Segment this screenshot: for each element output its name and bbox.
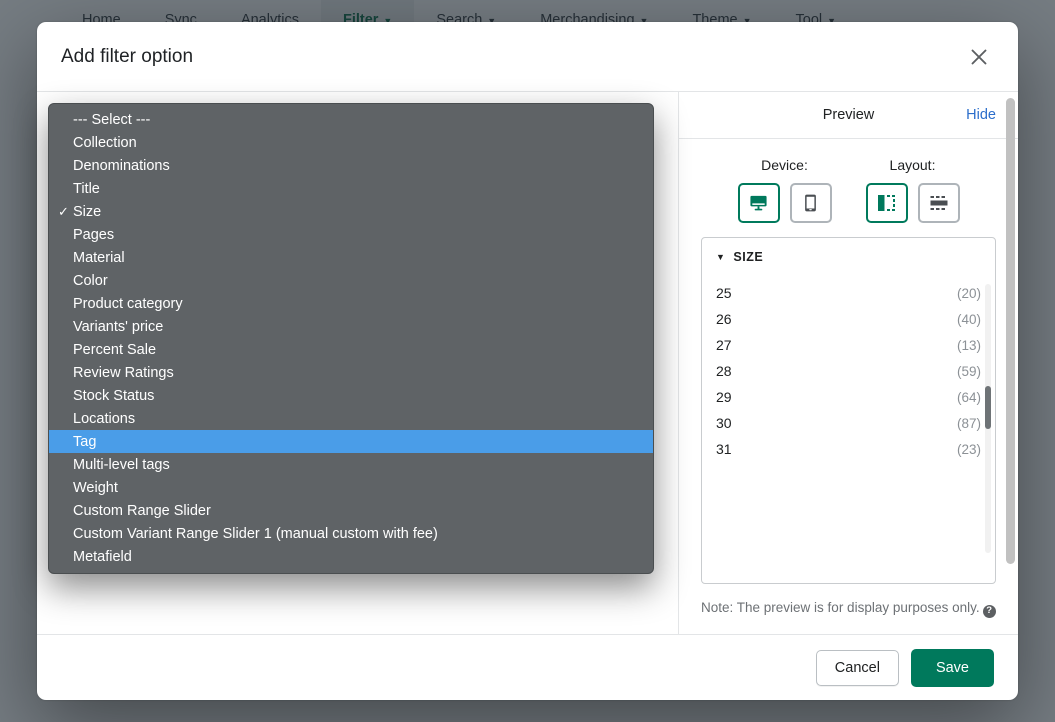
preview-content: Device: Layout: ▼ SIZE 25 (20) 26 (40) 2… (679, 139, 1018, 634)
cancel-button[interactable]: Cancel (815, 649, 899, 686)
dropdown-option-review-ratings[interactable]: Review Ratings (49, 361, 653, 384)
list-item[interactable]: 26 (40) (716, 306, 981, 332)
facet-value: 26 (716, 311, 732, 327)
device-label: Device: (761, 157, 808, 173)
facet-header[interactable]: ▼ SIZE (702, 238, 995, 272)
preview-toggles: Device: Layout: (701, 157, 996, 223)
modal-header: Add filter option (37, 22, 1018, 92)
filter-type-dropdown-list[interactable]: --- Select --- Collection Denominations … (48, 103, 654, 574)
mobile-icon[interactable] (789, 183, 832, 223)
facet-value: 30 (716, 415, 732, 431)
preview-note: Note: The preview is for display purpose… (701, 598, 996, 634)
facet-value: 29 (716, 389, 732, 405)
list-item[interactable]: 31 (23) (716, 436, 981, 462)
sidebar-layout-icon[interactable] (865, 183, 908, 223)
facet-count: (64) (956, 390, 981, 405)
modal-body-scrollbar-thumb[interactable] (1006, 98, 1015, 565)
dropdown-option-size[interactable]: Size (49, 200, 653, 223)
dropdown-option-stock-status[interactable]: Stock Status (49, 384, 653, 407)
facet-count: (40) (956, 312, 981, 327)
help-icon[interactable]: ? (982, 604, 996, 618)
facet-list-scrollbar[interactable] (985, 284, 991, 554)
dropdown-option-custom-variant-range-slider-1[interactable]: Custom Variant Range Slider 1 (manual cu… (49, 522, 653, 545)
facet-count: (59) (956, 364, 981, 379)
facet-value-list: 25 (20) 26 (40) 27 (13) 28 (59) 29 (64) … (702, 272, 995, 583)
desktop-icon[interactable] (737, 183, 780, 223)
facet-value: 25 (716, 285, 732, 301)
page-title: Add filter option (61, 45, 194, 67)
dropdown-option-color[interactable]: Color (49, 269, 653, 292)
dropdown-option-weight[interactable]: Weight (49, 476, 653, 499)
facet-title-label: SIZE (733, 250, 764, 264)
close-icon[interactable] (964, 42, 994, 72)
facet-value: 31 (716, 441, 732, 457)
dropdown-option-material[interactable]: Material (49, 246, 653, 269)
facet-value: 27 (716, 337, 732, 353)
dropdown-option-select-placeholder[interactable]: --- Select --- (49, 108, 653, 131)
preview-title: Preview (822, 107, 875, 123)
preview-column: Preview Hide Device: Layout: ▼ SIZE 25 (… (679, 92, 1018, 634)
modal-body-scrollbar[interactable] (1006, 98, 1015, 628)
device-toggle-group: Device: (737, 157, 832, 223)
dropdown-option-variants-price[interactable]: Variants' price (49, 315, 653, 338)
facet-count: (20) (956, 286, 981, 301)
facet-count: (87) (956, 416, 981, 431)
dropdown-option-collection[interactable]: Collection (49, 131, 653, 154)
dropdown-option-tag[interactable]: Tag (49, 430, 653, 453)
horizontal-layout-icon[interactable] (917, 183, 960, 223)
dropdown-option-denominations[interactable]: Denominations (49, 154, 653, 177)
preview-hide-link[interactable]: Hide (966, 107, 996, 123)
list-item[interactable]: 30 (87) (716, 410, 981, 436)
dropdown-option-multi-level-tags[interactable]: Multi-level tags (49, 453, 653, 476)
dropdown-option-custom-range-slider[interactable]: Custom Range Slider (49, 499, 653, 522)
save-button[interactable]: Save (910, 648, 994, 687)
list-item[interactable]: 28 (59) (716, 358, 981, 384)
triangle-down-icon: ▼ (716, 251, 726, 262)
dropdown-option-percent-sale[interactable]: Percent Sale (49, 338, 653, 361)
dropdown-option-product-category[interactable]: Product category (49, 292, 653, 315)
dropdown-option-title[interactable]: Title (49, 177, 653, 200)
modal-footer: Cancel Save (37, 634, 1018, 700)
preview-facet-card: ▼ SIZE 25 (20) 26 (40) 27 (13) 28 (59) 2… (701, 237, 996, 585)
facet-count: (23) (956, 442, 981, 457)
facet-value: 28 (716, 363, 732, 379)
preview-note-text: Note: The preview is for display purpose… (701, 600, 980, 616)
facet-list-scrollbar-thumb[interactable] (985, 386, 991, 430)
dropdown-option-pages[interactable]: Pages (49, 223, 653, 246)
dropdown-option-metafield[interactable]: Metafield (49, 545, 653, 568)
dropdown-option-locations[interactable]: Locations (49, 407, 653, 430)
preview-header: Preview Hide (679, 92, 1018, 139)
layout-label: Layout: (889, 157, 936, 173)
list-item[interactable]: 27 (13) (716, 332, 981, 358)
list-item[interactable]: 25 (20) (716, 280, 981, 306)
list-item[interactable]: 29 (64) (716, 384, 981, 410)
layout-toggle-group: Layout: (865, 157, 960, 223)
facet-count: (13) (956, 338, 981, 353)
